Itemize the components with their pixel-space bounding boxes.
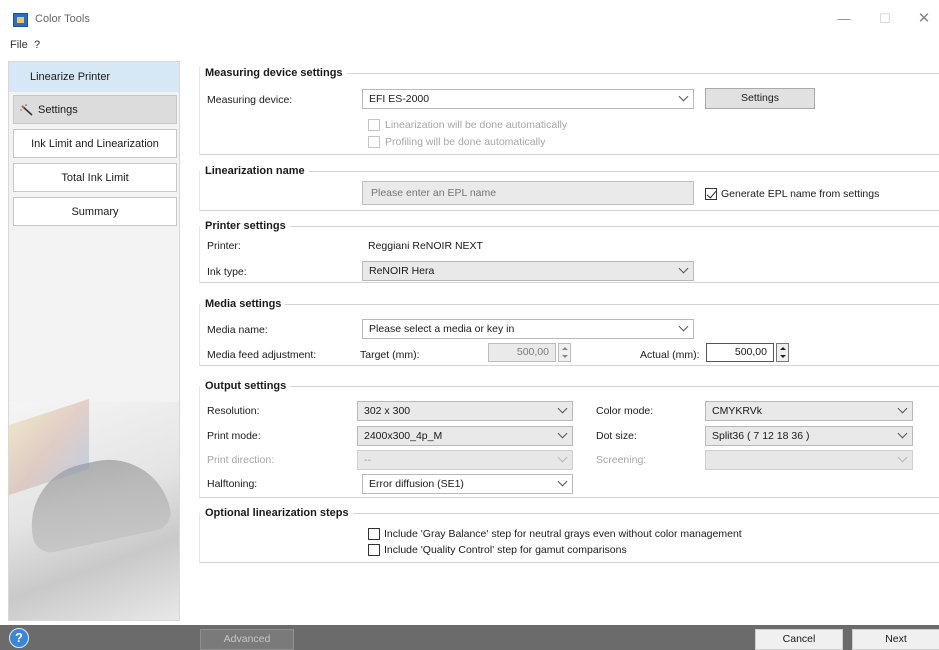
- generate-epl-label: Generate EPL name from settings: [721, 188, 880, 200]
- media-name-select[interactable]: Please select a media or key in: [362, 319, 694, 339]
- group-divider: [345, 513, 939, 514]
- sidebar-item-ink-limit-linearization[interactable]: Ink Limit and Linearization: [13, 129, 177, 158]
- cancel-button[interactable]: Cancel: [755, 629, 843, 650]
- footer-bar: ? Advanced Cancel Next: [0, 625, 939, 650]
- actual-label: Actual (mm):: [640, 349, 700, 361]
- print-direction-label: Print direction:: [207, 454, 275, 466]
- measuring-device-label: Measuring device:: [207, 94, 293, 106]
- color-mode-select[interactable]: CMYKRVk: [705, 401, 913, 421]
- sidebar-item-settings[interactable]: Settings: [13, 95, 177, 124]
- print-direction-value: --: [364, 454, 371, 466]
- window-title: Color Tools: [35, 13, 90, 25]
- target-mm-field[interactable]: 500,00: [488, 343, 556, 362]
- app-icon: [13, 13, 28, 27]
- media-group-title: Media settings: [205, 298, 286, 310]
- chevron-down-icon: [897, 428, 908, 439]
- sidebar-item-label: Summary: [71, 205, 119, 218]
- chevron-down-icon: [678, 321, 689, 332]
- halftoning-label: Halftoning:: [207, 478, 258, 490]
- measuring-device-select[interactable]: EFI ES-2000: [362, 89, 694, 109]
- group-divider: [287, 226, 939, 227]
- resolution-value: 302 x 300: [364, 405, 411, 417]
- media-name-value: Please select a media or key in: [369, 323, 515, 335]
- screening-label: Screening:: [596, 454, 647, 466]
- print-direction-select[interactable]: --: [357, 450, 573, 470]
- group-divider: [283, 304, 939, 305]
- advanced-button[interactable]: Advanced: [200, 629, 294, 650]
- help-icon[interactable]: ?: [9, 628, 29, 648]
- chevron-down-icon: [897, 452, 908, 463]
- maximize-button[interactable]: ☐: [870, 9, 900, 29]
- media-name-label: Media name:: [207, 324, 268, 336]
- printer-value: Reggiani ReNOIR NEXT: [368, 240, 483, 252]
- group-divider: [287, 386, 939, 387]
- sidebar-item-label: Settings: [38, 103, 78, 116]
- linearization-group-title: Linearization name: [205, 165, 309, 177]
- measuring-device-value: EFI ES-2000: [369, 93, 430, 105]
- sidebar-item-label: Ink Limit and Linearization: [31, 137, 159, 150]
- menu-help[interactable]: ?: [34, 39, 40, 51]
- dot-size-value: Split36 ( 7 12 18 36 ): [712, 430, 810, 442]
- gray-balance-label: Include 'Gray Balance' step for neutral …: [384, 528, 742, 540]
- optional-group-title: Optional linearization steps: [205, 507, 353, 519]
- printer-label: Printer:: [207, 240, 241, 252]
- screening-select[interactable]: [705, 450, 913, 470]
- group-divider: [335, 73, 939, 74]
- wand-icon: [20, 104, 33, 116]
- sidebar-header: Linearize Printer: [9, 62, 179, 92]
- chevron-down-icon: [678, 91, 689, 102]
- title-bar: Color Tools — ☐ ✕: [0, 0, 939, 30]
- actual-spinner[interactable]: [776, 343, 789, 362]
- halftoning-value: Error diffusion (SE1): [369, 478, 464, 490]
- auto-profiling-checkbox[interactable]: [368, 136, 380, 148]
- minimize-button[interactable]: —: [829, 9, 859, 29]
- close-button[interactable]: ✕: [909, 9, 939, 29]
- print-mode-value: 2400x300_4p_M: [364, 430, 443, 442]
- next-button[interactable]: Next: [852, 629, 939, 650]
- printer-group-title: Printer settings: [205, 220, 290, 232]
- dot-size-label: Dot size:: [596, 430, 637, 442]
- halftoning-select[interactable]: Error diffusion (SE1): [362, 474, 573, 494]
- group-divider: [307, 171, 939, 172]
- generate-epl-checkbox[interactable]: [705, 188, 717, 200]
- ink-type-label: Ink type:: [207, 266, 247, 278]
- actual-mm-field[interactable]: 500,00: [706, 343, 774, 362]
- measuring-settings-button[interactable]: Settings: [705, 88, 815, 109]
- auto-profiling-label: Profiling will be done automatically: [385, 136, 546, 148]
- media-feed-label: Media feed adjustment:: [207, 349, 317, 361]
- epl-name-input[interactable]: [362, 181, 694, 205]
- chevron-down-icon: [678, 263, 689, 274]
- color-mode-label: Color mode:: [596, 405, 654, 417]
- sidebar-illustration: [9, 402, 179, 620]
- sidebar-item-summary[interactable]: Summary: [13, 197, 177, 226]
- auto-linearization-label: Linearization will be done automatically: [385, 119, 568, 131]
- print-mode-select[interactable]: 2400x300_4p_M: [357, 426, 573, 446]
- chevron-down-icon: [897, 403, 908, 414]
- ink-type-select[interactable]: ReNOIR Hera: [362, 261, 694, 281]
- dot-size-select[interactable]: Split36 ( 7 12 18 36 ): [705, 426, 913, 446]
- output-group-title: Output settings: [205, 380, 291, 392]
- sidebar: Linearize Printer Settings Ink Limit and…: [8, 61, 180, 621]
- resolution-label: Resolution:: [207, 405, 260, 417]
- ink-type-value: ReNOIR Hera: [369, 265, 435, 277]
- menu-file[interactable]: File: [10, 39, 28, 51]
- chevron-down-icon: [557, 476, 568, 487]
- measuring-group: [199, 67, 939, 155]
- gray-balance-checkbox[interactable]: [368, 528, 380, 540]
- menu-bar: File ?: [0, 38, 939, 56]
- resolution-select[interactable]: 302 x 300: [357, 401, 573, 421]
- target-spinner[interactable]: [558, 343, 571, 362]
- quality-control-checkbox[interactable]: [368, 544, 380, 556]
- auto-linearization-checkbox[interactable]: [368, 119, 380, 131]
- color-mode-value: CMYKRVk: [712, 405, 762, 417]
- chevron-down-icon: [557, 403, 568, 414]
- measuring-group-title: Measuring device settings: [205, 67, 347, 79]
- chevron-down-icon: [557, 452, 568, 463]
- sidebar-item-label: Total Ink Limit: [61, 171, 129, 184]
- chevron-down-icon: [557, 428, 568, 439]
- sidebar-item-total-ink-limit[interactable]: Total Ink Limit: [13, 163, 177, 192]
- print-mode-label: Print mode:: [207, 430, 261, 442]
- target-label: Target (mm):: [360, 349, 420, 361]
- quality-control-label: Include 'Quality Control' step for gamut…: [384, 544, 627, 556]
